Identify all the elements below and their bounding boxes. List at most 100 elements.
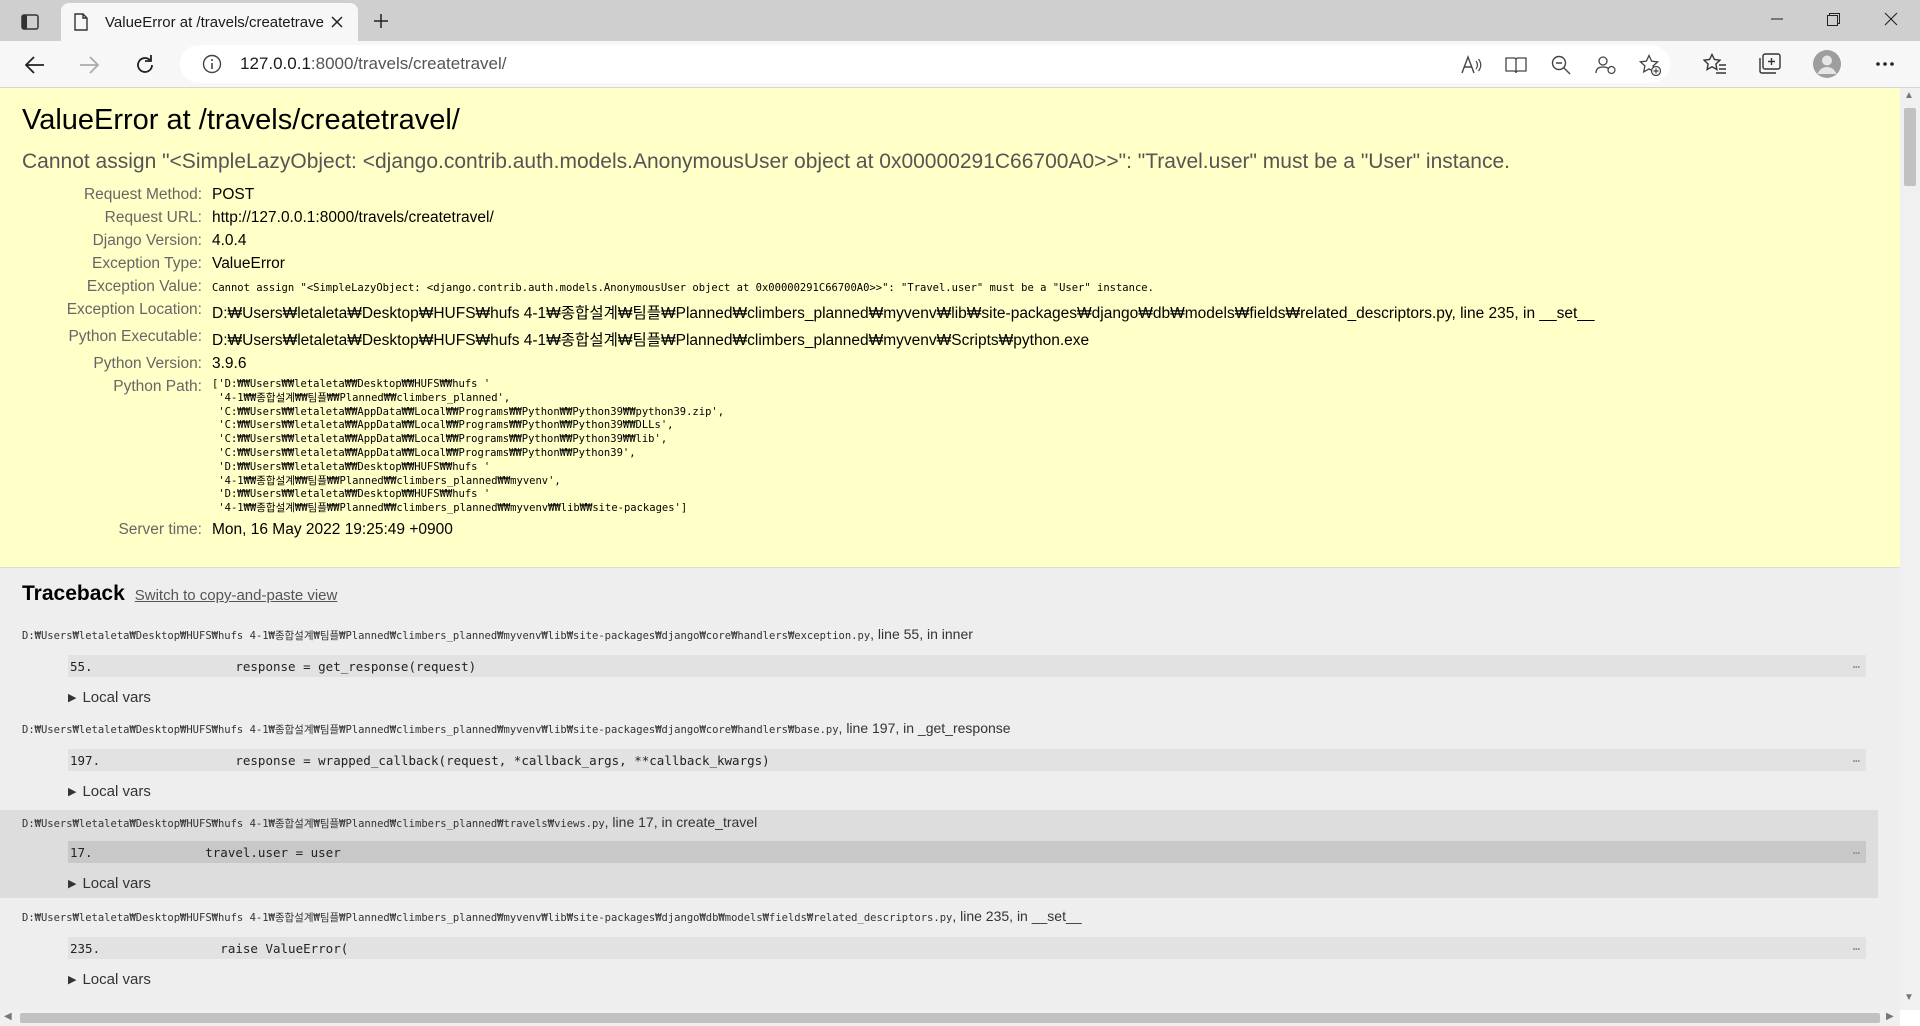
request-meta-table: Request Method: POST Request URL: http:/… [22, 184, 1595, 542]
line-number: 235. [70, 940, 101, 956]
code-text: response = get_response(request) [130, 658, 477, 674]
frame-file: D:₩Users₩letaleta₩Desktop₩HUFS₩hufs 4-1₩… [22, 724, 839, 736]
scroll-down-icon[interactable]: ▼ [1904, 992, 1914, 1003]
error-summary: ValueError at /travels/createtravel/ Can… [0, 88, 1900, 568]
meta-value: 3.9.6 [212, 355, 247, 372]
expand-context-icon[interactable]: … [1853, 843, 1860, 857]
meta-row-python-executable: Python Executable: D:₩Users₩letaleta₩Des… [22, 326, 1595, 353]
immersive-reader-icon[interactable] [1505, 54, 1527, 76]
scroll-left-icon[interactable]: ◀ [4, 1011, 12, 1022]
local-vars-toggle[interactable]: ▶ Local vars [68, 689, 1878, 706]
meta-row-python-version: Python Version: 3.9.6 [22, 353, 1595, 376]
expand-triangle-icon: ▶ [68, 692, 77, 704]
read-aloud-icon[interactable] [1460, 54, 1482, 76]
frame-where: , line 55, in inner [870, 626, 973, 642]
restore-icon[interactable] [1810, 0, 1856, 38]
meta-label: Exception Location: [66, 301, 202, 318]
meta-value: ['D:₩₩Users₩₩letaleta₩₩Desktop₩₩HUFS₩₩hu… [212, 376, 1595, 519]
scroll-right-icon[interactable]: ▶ [1886, 1011, 1894, 1022]
traceback-frame: D:₩Users₩letaleta₩Desktop₩HUFS₩hufs 4-1₩… [22, 626, 1878, 706]
favorites-icon[interactable] [1702, 51, 1728, 77]
traceback-frame: D:₩Users₩letaleta₩Desktop₩HUFS₩hufs 4-1₩… [22, 908, 1878, 988]
meta-value: D:₩Users₩letaleta₩Desktop₩HUFS₩hufs 4-1₩… [212, 305, 1595, 322]
page-content: ValueError at /travels/createtravel/ Can… [0, 88, 1900, 1010]
forward-icon[interactable] [72, 48, 106, 82]
expand-context-icon[interactable]: … [1853, 939, 1860, 953]
url-text[interactable]: 127.0.0.1:8000/travels/createtravel/ [240, 54, 507, 74]
refresh-icon[interactable] [128, 48, 162, 82]
meta-label: Request Method: [83, 186, 202, 203]
browser-tab[interactable]: ValueError at /travels/createtravel/ [61, 3, 358, 41]
expand-context-icon[interactable]: … [1853, 751, 1860, 765]
scroll-thumb[interactable] [1904, 108, 1916, 186]
meta-label: Django Version: [92, 232, 202, 249]
profile-sync-icon[interactable] [1595, 54, 1617, 76]
frame-location: D:₩Users₩letaleta₩Desktop₩HUFS₩hufs 4-1₩… [22, 908, 1878, 925]
traceback-frame-user-code: D:₩Users₩letaleta₩Desktop₩HUFS₩hufs 4-1₩… [0, 810, 1878, 898]
collections-icon[interactable] [1757, 51, 1783, 77]
local-vars-toggle[interactable]: ▶ Local vars [68, 971, 1878, 988]
meta-value: POST [212, 186, 255, 203]
close-icon[interactable] [328, 13, 346, 31]
title-bar: ValueError at /travels/createtravel/ [0, 0, 1920, 41]
traceback-frame: D:₩Users₩letaleta₩Desktop₩HUFS₩hufs 4-1₩… [22, 720, 1878, 800]
context-line[interactable]: 197. response = wrapped_callback(request… [68, 749, 1866, 771]
frame-where: , line 17, in create_travel [604, 814, 758, 830]
frame-location: D:₩Users₩letaleta₩Desktop₩HUFS₩hufs 4-1₩… [22, 814, 1878, 831]
exception-message: Cannot assign "<SimpleLazyObject: <djang… [22, 150, 1510, 173]
frame-where: , line 235, in __set__ [952, 908, 1082, 924]
site-info-icon[interactable] [202, 54, 222, 74]
line-number: 197. [70, 752, 101, 768]
meta-label: Server time: [118, 520, 202, 538]
meta-row-exception-type: Exception Type: ValueError [22, 253, 1595, 276]
browser-toolbar: 127.0.0.1:8000/travels/createtravel/ [0, 41, 1920, 88]
context-line[interactable]: 235. raise ValueError( … [68, 937, 1866, 959]
traceback-header: Traceback Switch to copy-and-paste view [22, 582, 1878, 606]
code-text: travel.user = user [130, 844, 341, 860]
meta-label: Exception Type: [91, 255, 202, 272]
frame-location: D:₩Users₩letaleta₩Desktop₩HUFS₩hufs 4-1₩… [22, 720, 1878, 737]
scroll-thumb[interactable] [20, 1013, 1880, 1023]
code-text: response = wrapped_callback(request, *ca… [130, 752, 770, 768]
meta-row-python-path: Python Path: ['D:₩₩Users₩₩letaleta₩₩Desk… [22, 376, 1595, 519]
vertical-scrollbar[interactable]: ▲ ▼ [1900, 88, 1920, 1010]
expand-triangle-icon: ▶ [68, 786, 77, 798]
switch-copy-paste-link[interactable]: Switch to copy-and-paste view [135, 587, 338, 604]
window-close-icon[interactable] [1868, 0, 1914, 38]
meta-label: Exception Value: [86, 278, 202, 295]
zoom-out-icon[interactable] [1550, 54, 1572, 76]
code-text: raise ValueError( [130, 940, 349, 956]
local-vars-label: Local vars [82, 875, 151, 892]
frame-where: , line 197, in _get_response [838, 720, 1011, 736]
add-favorite-icon[interactable] [1639, 54, 1661, 76]
context-line[interactable]: 17. travel.user = user… [68, 841, 1866, 863]
horizontal-scrollbar[interactable]: ◀ ▶ [0, 1010, 1900, 1026]
meta-label: Python Executable: [68, 328, 202, 345]
meta-row-server-time: Server time: Mon, 16 May 2022 19:25:49 +… [22, 519, 1595, 542]
meta-value: ValueError [212, 255, 285, 272]
frame-file: D:₩Users₩letaleta₩Desktop₩HUFS₩hufs 4-1₩… [22, 630, 871, 642]
expand-context-icon[interactable]: … [1853, 657, 1860, 671]
local-vars-toggle[interactable]: ▶ Local vars [68, 875, 1878, 892]
back-icon[interactable] [18, 48, 52, 82]
meta-value: 4.0.4 [212, 232, 247, 249]
local-vars-label: Local vars [82, 783, 151, 800]
expand-triangle-icon: ▶ [68, 878, 77, 890]
traceback-heading: Traceback [22, 582, 125, 605]
scroll-up-icon[interactable]: ▲ [1904, 90, 1914, 101]
page-title: ValueError at /travels/createtravel/ [22, 104, 460, 136]
avatar[interactable] [1812, 49, 1842, 79]
more-options-icon[interactable] [1872, 51, 1898, 77]
meta-value: Mon, 16 May 2022 19:25:49 +0900 [212, 520, 453, 538]
meta-label: Request URL: [104, 209, 202, 226]
meta-value: Cannot assign "<SimpleLazyObject: <djang… [212, 282, 1154, 294]
meta-value: http://127.0.0.1:8000/travels/createtrav… [212, 209, 494, 226]
local-vars-label: Local vars [82, 689, 151, 706]
address-bar[interactable]: 127.0.0.1:8000/travels/createtravel/ [180, 45, 1670, 83]
minimize-icon[interactable] [1754, 0, 1800, 38]
meta-label: Python Version: [93, 355, 202, 372]
local-vars-toggle[interactable]: ▶ Local vars [68, 783, 1878, 800]
context-line[interactable]: 55. response = get_response(request)… [68, 655, 1866, 677]
tab-actions-icon[interactable] [14, 8, 46, 36]
new-tab-icon[interactable] [366, 6, 396, 36]
